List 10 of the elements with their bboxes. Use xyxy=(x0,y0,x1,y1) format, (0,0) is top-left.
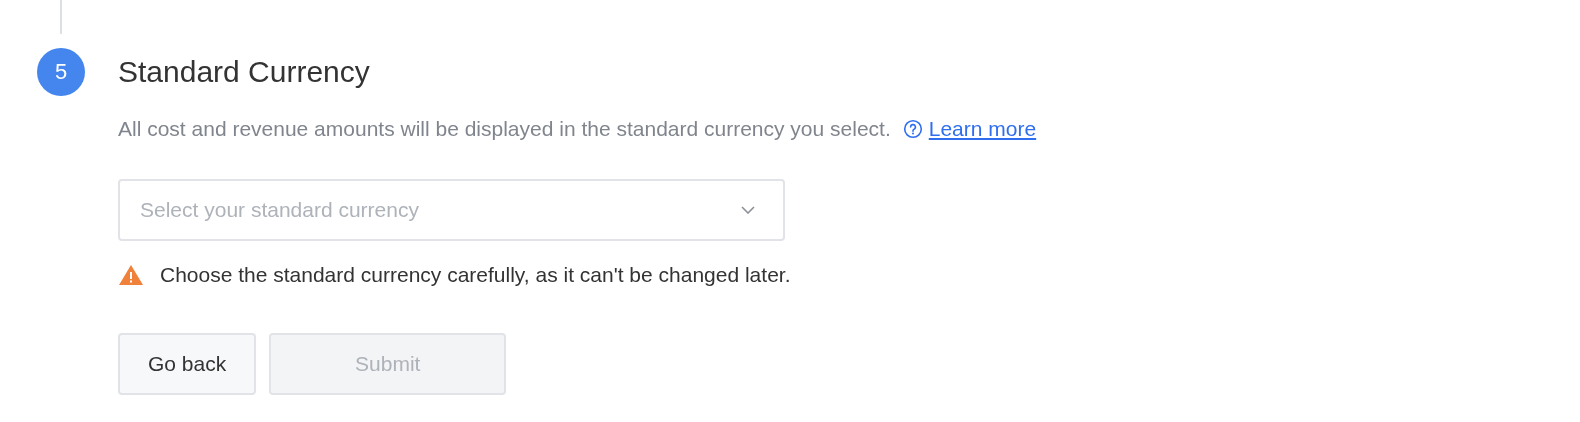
chevron-down-icon xyxy=(741,206,755,214)
help-icon xyxy=(902,119,923,139)
section-title: Standard Currency xyxy=(118,54,371,90)
learn-more-link[interactable]: Learn more xyxy=(928,117,1037,141)
description-text: All cost and revenue amounts will be displayed in the standard currency you select. xyxy=(118,117,891,141)
warning-text: Choose the standard currency carefully, as it can't be changed later. xyxy=(160,263,791,287)
go-back-button[interactable]: Go back xyxy=(118,333,257,395)
currency-select[interactable]: Select your standard currency xyxy=(118,179,785,241)
warning-icon xyxy=(118,264,144,286)
step-number-badge: 5 xyxy=(37,48,85,96)
